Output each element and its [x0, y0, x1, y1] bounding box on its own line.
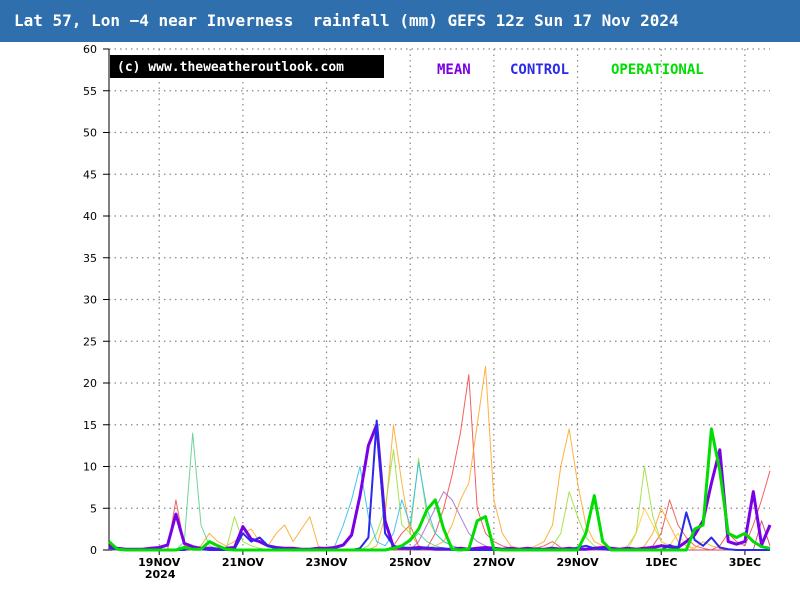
x-tick-label: 27NOV — [473, 556, 516, 569]
y-tick-label: 0 — [90, 544, 97, 557]
y-tick-label: 35 — [83, 252, 97, 265]
ensemble-member-line-4 — [108, 461, 770, 551]
ensemble-member-line-5 — [108, 432, 770, 551]
credit-text: (c) www.theweatheroutlook.com — [117, 60, 344, 75]
legend-item-mean: MEAN — [437, 62, 471, 78]
x-tick-label: 1DEC — [645, 556, 677, 569]
x-tick-label: 23NOV — [305, 556, 348, 569]
ensemble-member-line-2 — [108, 365, 770, 551]
y-tick-label: 30 — [83, 294, 97, 307]
series-line-control — [108, 419, 770, 551]
x-tick-label: 25NOV — [389, 556, 432, 569]
y-tick-label: 10 — [83, 461, 97, 474]
y-tick-label: 40 — [83, 210, 97, 223]
x-tick-sublabel: 2024 — [145, 568, 176, 581]
y-tick-label: 15 — [83, 419, 97, 432]
y-tick-label: 45 — [83, 168, 97, 181]
credit-box: (c) www.theweatheroutlook.com — [110, 55, 384, 78]
x-tick-label: 21NOV — [222, 556, 265, 569]
y-tick-label: 20 — [83, 377, 97, 390]
grid-layer — [109, 48, 770, 550]
y-tick-label: 55 — [83, 85, 97, 98]
x-tick-label: 29NOV — [557, 556, 600, 569]
x-tick-label: 3DEC — [729, 556, 761, 569]
axis-layer: 05101520253035404550556019NOV202421NOV 23… — [83, 43, 770, 581]
y-tick-label: 5 — [90, 502, 97, 515]
legend-item-operational: OPERATIONAL — [611, 62, 704, 78]
series-line-mean — [108, 423, 772, 551]
y-tick-label: 60 — [83, 43, 97, 56]
ensemble-member-line-1 — [108, 374, 771, 551]
rainfall-chart: 05101520253035404550556019NOV202421NOV 23… — [83, 43, 772, 581]
legend-item-control: CONTROL — [510, 62, 569, 78]
series-layer — [107, 365, 772, 552]
y-tick-label: 50 — [83, 127, 97, 140]
legend: MEAN CONTROL OPERATIONAL — [437, 62, 704, 78]
series-line-operational — [107, 427, 771, 552]
y-tick-label: 25 — [83, 335, 97, 348]
